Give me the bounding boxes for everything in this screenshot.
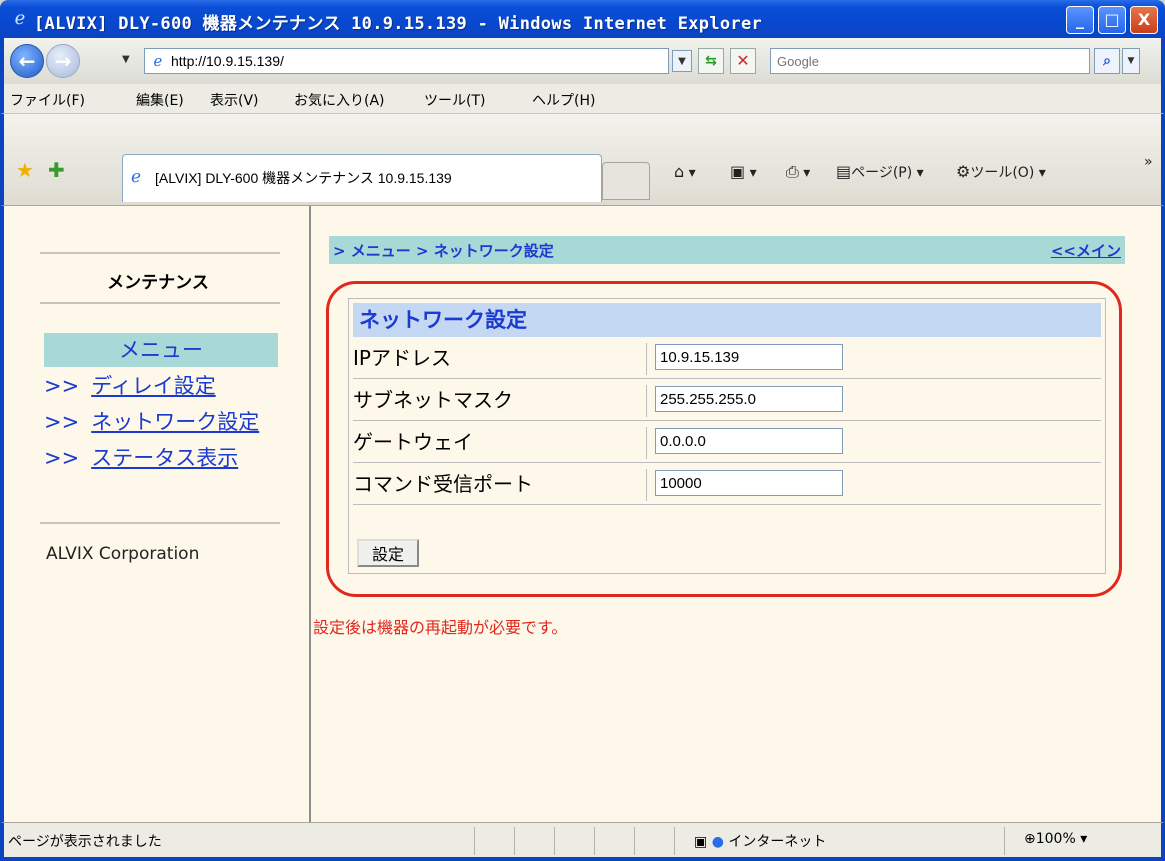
ip-address-label: IPアドレス [353, 343, 647, 375]
window-title-bar: ℯ [ALVIX] DLY-600 機器メンテナンス 10.9.15.139 -… [0, 0, 1165, 38]
zoom-control[interactable]: ⊕100% ▾ [1024, 831, 1087, 847]
sidebar-divider [40, 522, 280, 524]
menu-view[interactable]: 表示(V) [210, 90, 259, 110]
gateway-label: ゲートウェイ [353, 427, 647, 459]
sidebar-divider [40, 252, 280, 254]
menu-edit[interactable]: 編集(E) [136, 90, 184, 110]
history-dropdown-icon[interactable]: ▼ [122, 54, 130, 65]
ie-logo-icon: ℯ [14, 8, 26, 29]
status-divider [514, 827, 515, 855]
menu-favorites[interactable]: お気に入り(A) [294, 90, 385, 110]
chevron-more-icon[interactable]: » [1144, 154, 1153, 170]
sidebar-item-network[interactable]: >> ネットワーク設定 [44, 406, 259, 436]
sidebar-item-label[interactable]: ステータス表示 [91, 446, 238, 470]
address-bar[interactable]: ℯ http://10.9.15.139/ [144, 48, 669, 74]
tab-label: [ALVIX] DLY-600 機器メンテナンス 10.9.15.139 [155, 170, 452, 186]
subnet-mask-field[interactable] [655, 386, 843, 412]
status-divider [594, 827, 595, 855]
stop-icon[interactable]: ✕ [730, 48, 756, 74]
page-icon: ℯ [153, 52, 163, 70]
search-box[interactable] [770, 48, 1090, 74]
main-panel: > メニュー > ネットワーク設定 <<メイン ネットワーク設定 IPアドレス … [313, 206, 1161, 822]
print-icon[interactable]: ⎙ ▾ [786, 162, 810, 182]
close-button[interactable]: X [1130, 6, 1158, 34]
security-zone[interactable]: ▣ ● インターネット [694, 831, 826, 851]
tab-bar: ★ ✚ ℯ [ALVIX] DLY-600 機器メンテナンス 10.9.15.1… [0, 114, 1165, 206]
form-heading: ネットワーク設定 [353, 303, 1101, 337]
feeds-icon[interactable]: ▣ ▾ [730, 162, 757, 181]
menu-tools[interactable]: ツール(T) [424, 90, 485, 110]
search-icon[interactable]: ⌕ [1094, 48, 1120, 74]
new-tab-button[interactable] [602, 162, 650, 200]
zoom-icon: ⊕ [1024, 831, 1036, 847]
sidebar-menu-heading: メニュー [44, 333, 278, 367]
status-divider [1004, 827, 1005, 855]
address-dropdown-icon[interactable]: ▼ [672, 50, 692, 72]
set-button[interactable]: 設定 [357, 539, 419, 567]
form-row-subnet: サブネットマスク [353, 379, 1101, 421]
gateway-field[interactable] [655, 428, 843, 454]
status-text: ページが表示されました [8, 834, 162, 850]
network-settings-form: ネットワーク設定 IPアドレス サブネットマスク ゲートウェイ コマンド受信ポー… [348, 298, 1106, 574]
command-port-label: コマンド受信ポート [353, 469, 647, 501]
search-input[interactable] [775, 50, 1075, 72]
protected-mode-icon: ▣ [694, 834, 708, 850]
page-menu-button[interactable]: ▤ページ(P) ▾ [836, 162, 924, 182]
breadcrumb: > メニュー > ネットワーク設定 <<メイン [329, 236, 1125, 264]
status-divider [674, 827, 675, 855]
company-name: ALVIX Corporation [46, 544, 200, 564]
search-options-dropdown-icon[interactable]: ▼ [1122, 48, 1140, 74]
home-icon[interactable]: ⌂ ▾ [674, 162, 696, 181]
status-divider [474, 827, 475, 855]
window-title: [ALVIX] DLY-600 機器メンテナンス 10.9.15.139 - W… [34, 14, 763, 34]
address-url[interactable]: http://10.9.15.139/ [171, 53, 284, 69]
forward-button[interactable]: → [46, 44, 80, 78]
zoom-level: 100% [1035, 831, 1076, 847]
maximize-button[interactable]: □ [1098, 6, 1126, 34]
sidebar-arrow: >> [44, 410, 80, 434]
tab-active[interactable]: ℯ [ALVIX] DLY-600 機器メンテナンス 10.9.15.139 [122, 154, 602, 202]
sidebar: メンテナンス メニュー >> ディレイ設定 >> ネットワーク設定 >> ステータス表… [8, 206, 311, 822]
tab-page-icon: ℯ [131, 167, 142, 187]
command-port-field[interactable] [655, 470, 843, 496]
sidebar-item-status[interactable]: >> ステータス表示 [44, 442, 238, 472]
tools-menu-button[interactable]: ⚙ツール(O) ▾ [956, 162, 1046, 182]
subnet-mask-label: サブネットマスク [353, 385, 647, 417]
status-bar: ページが表示されました ▣ ● インターネット ⊕100% ▾ [0, 822, 1165, 861]
sidebar-arrow: >> [44, 446, 80, 470]
sidebar-divider [40, 302, 280, 304]
page-menu-label: ページ(P) [851, 165, 913, 181]
ip-address-field[interactable] [655, 344, 843, 370]
navigation-bar: ← → ▼ ℯ http://10.9.15.139/ ▼ ⇆ ✕ ⌕ ▼ [0, 38, 1165, 84]
menu-bar: ファイル(F) 編集(E) 表示(V) お気に入り(A) ツール(T) ヘルプ(… [0, 84, 1165, 114]
sidebar-title: メンテナンス [107, 273, 209, 293]
main-link[interactable]: <<メイン [1051, 240, 1121, 261]
form-row-gateway: ゲートウェイ [353, 421, 1101, 463]
menu-help[interactable]: ヘルプ(H) [532, 90, 595, 110]
favorites-star-icon[interactable]: ★ [16, 158, 34, 182]
tools-menu-label: ツール(O) [970, 165, 1035, 181]
sidebar-arrow: >> [44, 374, 80, 398]
status-divider [634, 827, 635, 855]
minimize-button[interactable]: _ [1066, 6, 1094, 34]
page-menu-icon: ▤ [836, 162, 852, 181]
restart-note: 設定後は機器の再起動が必要です。 [313, 618, 568, 637]
back-button[interactable]: ← [10, 44, 44, 78]
form-row-port: コマンド受信ポート [353, 463, 1101, 505]
gear-icon: ⚙ [956, 162, 971, 181]
sidebar-item-label[interactable]: ディレイ設定 [91, 374, 216, 398]
refresh-icon[interactable]: ⇆ [698, 48, 724, 74]
sidebar-item-label[interactable]: ネットワーク設定 [91, 410, 259, 434]
add-favorite-icon[interactable]: ✚ [48, 158, 65, 182]
page-content: メンテナンス メニュー >> ディレイ設定 >> ネットワーク設定 >> ステータス表… [0, 206, 1165, 822]
breadcrumb-path: > メニュー > ネットワーク設定 [333, 242, 554, 260]
zone-label: インターネット [728, 834, 827, 850]
sidebar-item-delay[interactable]: >> ディレイ設定 [44, 370, 216, 400]
form-row-ip: IPアドレス [353, 337, 1101, 379]
globe-icon: ● [711, 834, 724, 850]
status-divider [554, 827, 555, 855]
menu-file[interactable]: ファイル(F) [10, 90, 85, 110]
